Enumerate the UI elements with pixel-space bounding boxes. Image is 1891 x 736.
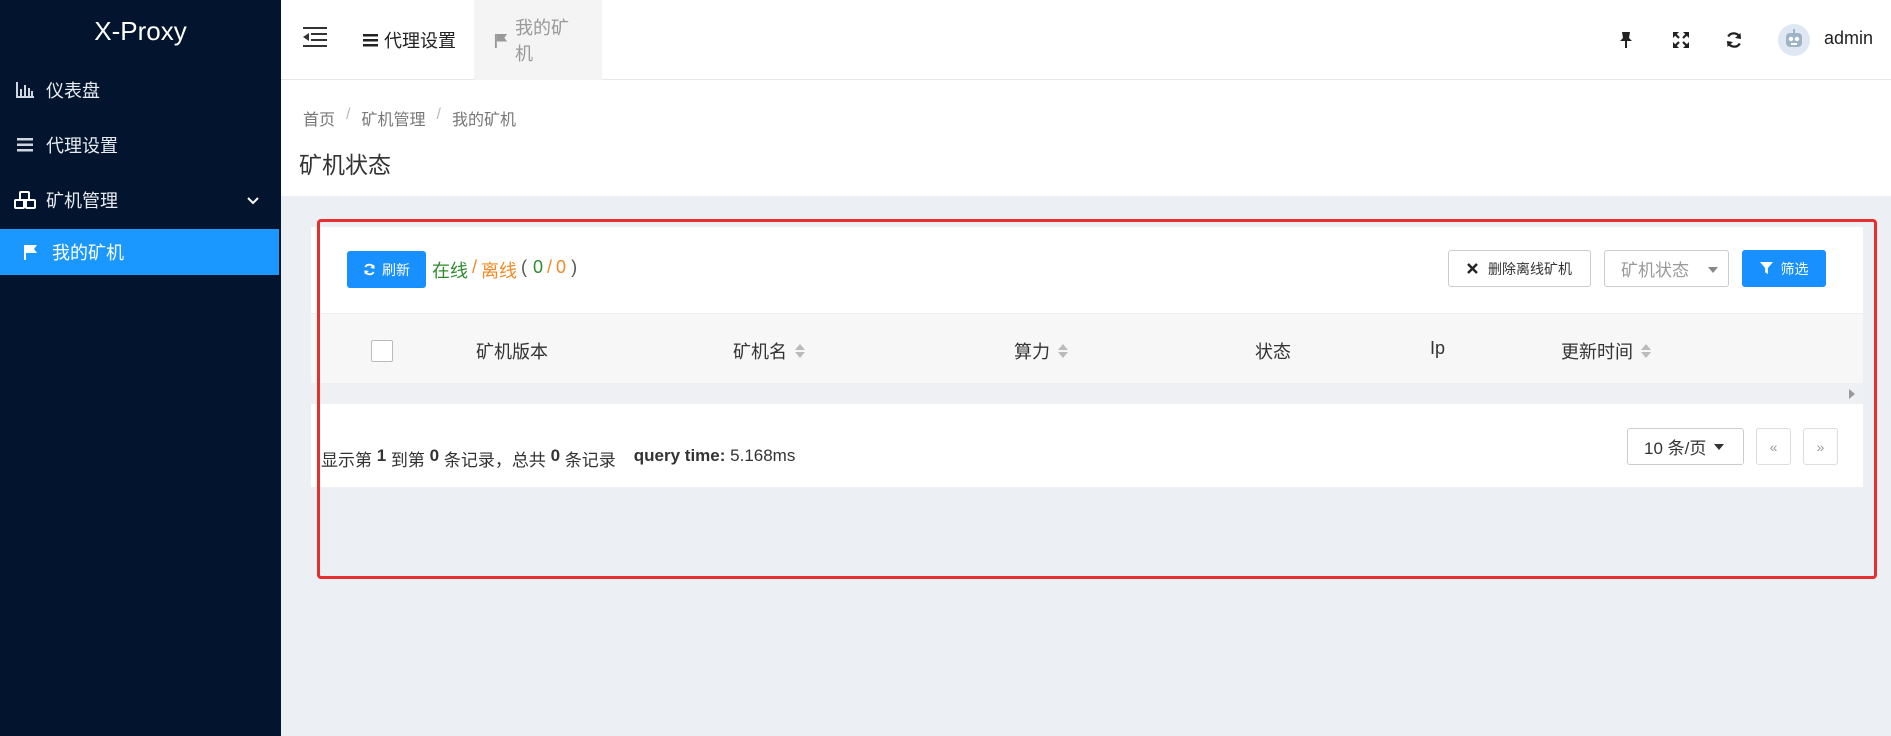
sidebar-item-label: 我的矿机: [52, 243, 124, 263]
flag-icon: [20, 242, 42, 262]
status-select-value: 矿机状态: [1621, 261, 1689, 280]
column-ip: Ip: [1430, 338, 1445, 359]
list-icon: [363, 33, 378, 47]
next-page-button[interactable]: »: [1803, 428, 1838, 465]
paren-open: (: [521, 257, 528, 277]
column-label: 状态: [1255, 342, 1291, 362]
app-title: X-Proxy: [94, 15, 187, 46]
select-all-checkbox[interactable]: [371, 340, 393, 362]
sidebar: X-Proxy 仪表盘 代理设置 矿机管理 我的矿机: [0, 0, 281, 736]
sidebar-item-label: 仪表盘: [46, 80, 100, 101]
column-status: 状态: [1255, 338, 1291, 364]
status-slash: /: [472, 257, 478, 277]
scroll-right-icon[interactable]: [1849, 389, 1855, 399]
column-label: 矿机版本: [476, 342, 548, 362]
count-slash: /: [547, 257, 553, 277]
paren-close: ): [571, 257, 578, 277]
delete-offline-miners-button[interactable]: 删除离线矿机: [1448, 250, 1591, 287]
miner-status-select[interactable]: 矿机状态: [1604, 250, 1729, 287]
breadcrumb-item-my-miners: 我的矿机: [451, 112, 516, 129]
info-total: 0: [550, 446, 561, 465]
flag-icon: [494, 33, 509, 48]
delete-offline-label: 删除离线矿机: [1488, 260, 1572, 277]
sidebar-item-label: 代理设置: [46, 135, 118, 156]
user-name[interactable]: admin: [1824, 28, 1873, 49]
page-size-value: 10 条/页: [1644, 439, 1707, 458]
tab-proxy-settings[interactable]: 代理设置: [343, 0, 476, 80]
sidebar-item-label: 矿机管理: [46, 190, 118, 211]
info-text: 显示第: [321, 451, 377, 470]
avatar[interactable]: [1778, 24, 1810, 56]
breadcrumb-item-home[interactable]: 首页: [303, 106, 335, 130]
tab-label: 我的矿机: [515, 18, 569, 64]
sort-icon[interactable]: [1058, 344, 1068, 358]
breadcrumb-separator: /: [436, 106, 441, 123]
online-count: 0: [533, 257, 544, 277]
column-label: 矿机名: [733, 342, 787, 362]
sort-icon[interactable]: [795, 344, 805, 358]
refresh-label: 刷新: [382, 261, 410, 278]
column-hashrate[interactable]: 算力: [1014, 338, 1068, 364]
breadcrumb: 首页 / 矿机管理 / 我的矿机: [303, 106, 516, 130]
menu-toggle-icon[interactable]: [303, 26, 329, 52]
page-title: 矿机状态: [299, 152, 391, 178]
miner-status-panel: 刷新 在线 / 离线 ( 0 / 0 ) 删除离线矿机 矿机状态 筛选 矿机版本…: [311, 227, 1863, 487]
info-text: 条记录: [560, 451, 616, 470]
offline-label: 离线: [481, 261, 518, 281]
content-header: 首页 / 矿机管理 / 我的矿机 矿机状态: [281, 80, 1891, 196]
sidebar-item-dashboard[interactable]: 仪表盘: [0, 62, 281, 117]
info-from: 1: [376, 446, 387, 465]
column-label: Ip: [1430, 338, 1446, 358]
tab-label: 代理设置: [384, 31, 456, 51]
filter-button[interactable]: 筛选: [1742, 250, 1826, 287]
info-text: 到第: [386, 451, 430, 470]
filter-label: 筛选: [1780, 260, 1809, 277]
breadcrumb-separator: /: [346, 106, 351, 123]
sidebar-item-miner-management[interactable]: 矿机管理: [0, 172, 281, 227]
refresh-icon[interactable]: [1724, 30, 1744, 50]
pagination-info: 显示第 1 到第 0 条记录，总共 0 条记录 query time: 5.16…: [321, 446, 795, 471]
tab-my-miners[interactable]: 我的矿机: [474, 0, 602, 80]
list-icon: [14, 135, 36, 155]
sidebar-item-my-miners[interactable]: 我的矿机: [0, 229, 279, 275]
offline-count: 0: [556, 257, 567, 277]
fullscreen-icon[interactable]: [1671, 30, 1691, 50]
online-label: 在线: [432, 261, 468, 281]
online-offline-summary: 在线 / 离线 ( 0 / 0 ): [432, 257, 577, 283]
breadcrumb-item-miner-management[interactable]: 矿机管理: [361, 106, 425, 130]
close-icon: [1467, 263, 1478, 274]
refresh-icon: [364, 263, 375, 276]
table-header: 矿机版本 矿机名 算力 状态 Ip 更新时间: [311, 313, 1863, 383]
cubes-icon: [14, 190, 36, 210]
query-time-value: 5.168ms: [725, 446, 796, 465]
top-header: 代理设置 我的矿机 admin: [281, 0, 1891, 80]
sidebar-item-proxy-settings[interactable]: 代理设置: [0, 117, 281, 172]
refresh-button[interactable]: 刷新: [347, 251, 426, 288]
chevron-down-icon: [247, 189, 259, 210]
bar-chart-icon: [14, 80, 36, 100]
info-to: 0: [429, 446, 440, 465]
caret-down-icon: [1708, 267, 1718, 273]
sort-icon[interactable]: [1641, 344, 1651, 358]
column-label: 更新时间: [1561, 342, 1633, 362]
caret-down-icon: [1714, 443, 1725, 450]
horizontal-scrollbar[interactable]: [311, 383, 1863, 404]
query-time-label: query time:: [633, 446, 726, 465]
info-text: 条记录，总共: [439, 451, 551, 470]
page-size-dropdown[interactable]: 10 条/页: [1627, 428, 1744, 465]
column-label: 算力: [1014, 342, 1050, 362]
prev-page-button[interactable]: «: [1756, 428, 1791, 465]
column-update-time[interactable]: 更新时间: [1561, 338, 1651, 364]
column-miner-version: 矿机版本: [476, 338, 548, 364]
pin-icon[interactable]: [1616, 30, 1636, 50]
filter-icon: [1759, 262, 1773, 275]
column-miner-name[interactable]: 矿机名: [733, 338, 805, 364]
